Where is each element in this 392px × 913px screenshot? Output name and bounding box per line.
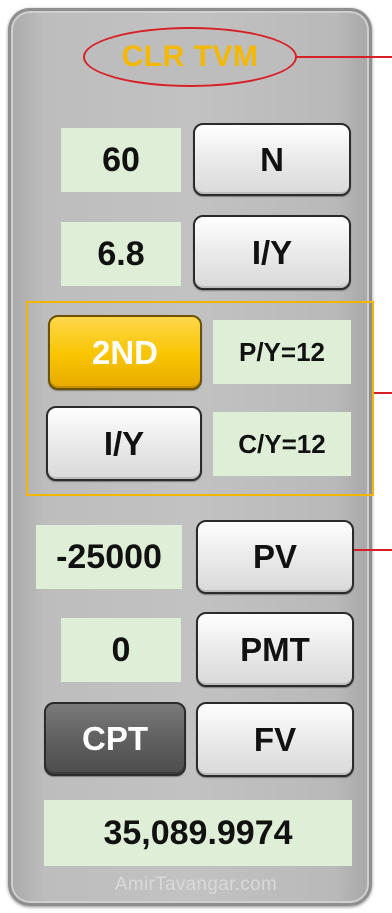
pmt-key[interactable]: PMT — [196, 612, 354, 687]
clr-tvm-callout: CLR TVM — [83, 27, 297, 87]
watermark: AmirTavangar.com — [114, 874, 278, 895]
iy-value: 6.8 — [61, 222, 181, 286]
cy-setting: C/Y=12 — [213, 412, 351, 476]
settings-iy-key[interactable]: I/Y — [46, 406, 202, 481]
n-key[interactable]: N — [193, 123, 351, 196]
iy-key[interactable]: I/Y — [193, 215, 351, 290]
second-key[interactable]: 2ND — [48, 315, 202, 390]
pv-value: -25000 — [36, 525, 182, 589]
py-setting: P/Y=12 — [213, 320, 351, 384]
result-display: 35,089.9974 — [44, 800, 352, 866]
cpt-key[interactable]: CPT — [44, 702, 186, 776]
fv-key[interactable]: FV — [196, 702, 354, 777]
clr-tvm-title: CLR TVM — [121, 40, 259, 73]
n-value: 60 — [61, 128, 181, 192]
annotation-line-middle — [374, 392, 392, 394]
pv-key[interactable]: PV — [196, 520, 354, 594]
pmt-value: 0 — [61, 618, 181, 682]
annotation-line-top — [297, 56, 392, 58]
annotation-line-bottom — [354, 549, 392, 551]
